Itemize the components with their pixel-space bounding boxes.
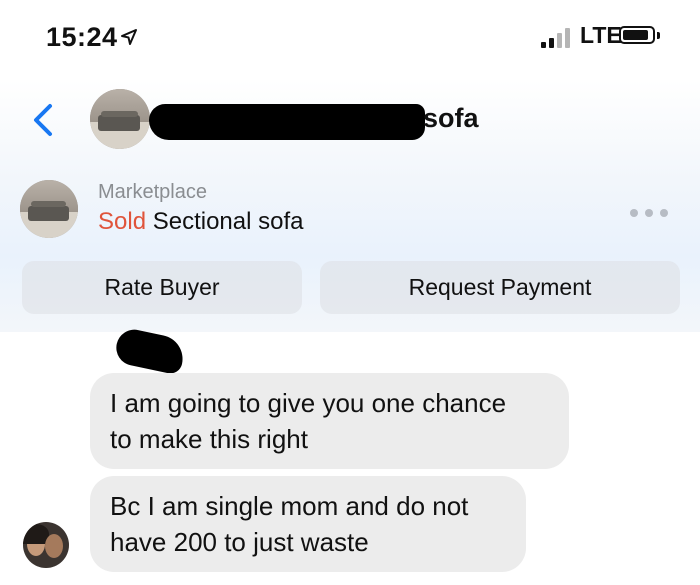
listing-name: Sectional sofa xyxy=(152,208,304,235)
message-line: have 200 to just waste xyxy=(110,527,369,557)
location-arrow-icon xyxy=(121,29,137,45)
message-bubble[interactable]: I am going to give you one chance to mak… xyxy=(90,373,569,469)
request-payment-button[interactable]: Request Payment xyxy=(320,261,680,314)
seller-avatar[interactable] xyxy=(90,89,150,149)
listing-title[interactable]: Sold Sectional sofa xyxy=(98,208,303,236)
more-options-button[interactable] xyxy=(630,205,674,221)
message-line: Bc I am single mom and do not xyxy=(110,491,469,521)
sold-label: Sold xyxy=(98,208,147,235)
network-type: LTE xyxy=(580,22,622,48)
status-bar: 15:24 LTE xyxy=(0,0,700,80)
battery-nub xyxy=(657,32,660,39)
buyer-avatar[interactable] xyxy=(23,522,69,568)
status-time: 15:24 xyxy=(46,22,118,52)
message-line: to make this right xyxy=(110,424,308,454)
chevron-left-icon xyxy=(34,104,52,136)
back-button[interactable] xyxy=(26,100,62,140)
listing-source: Marketplace xyxy=(98,181,207,203)
listing-thumbnail[interactable] xyxy=(20,180,78,238)
ellipsis-icon xyxy=(630,209,638,217)
redacted-name xyxy=(149,104,425,140)
rate-buyer-button[interactable]: Rate Buyer xyxy=(22,261,302,314)
redacted-sender-name xyxy=(113,326,187,376)
signal-bars-icon xyxy=(541,24,577,48)
message-line: I am going to give you one chance xyxy=(110,388,507,418)
message-bubble[interactable]: Bc I am single mom and do not have 200 t… xyxy=(90,476,526,572)
chat-title: sofa xyxy=(423,103,479,133)
battery-icon xyxy=(619,26,655,44)
